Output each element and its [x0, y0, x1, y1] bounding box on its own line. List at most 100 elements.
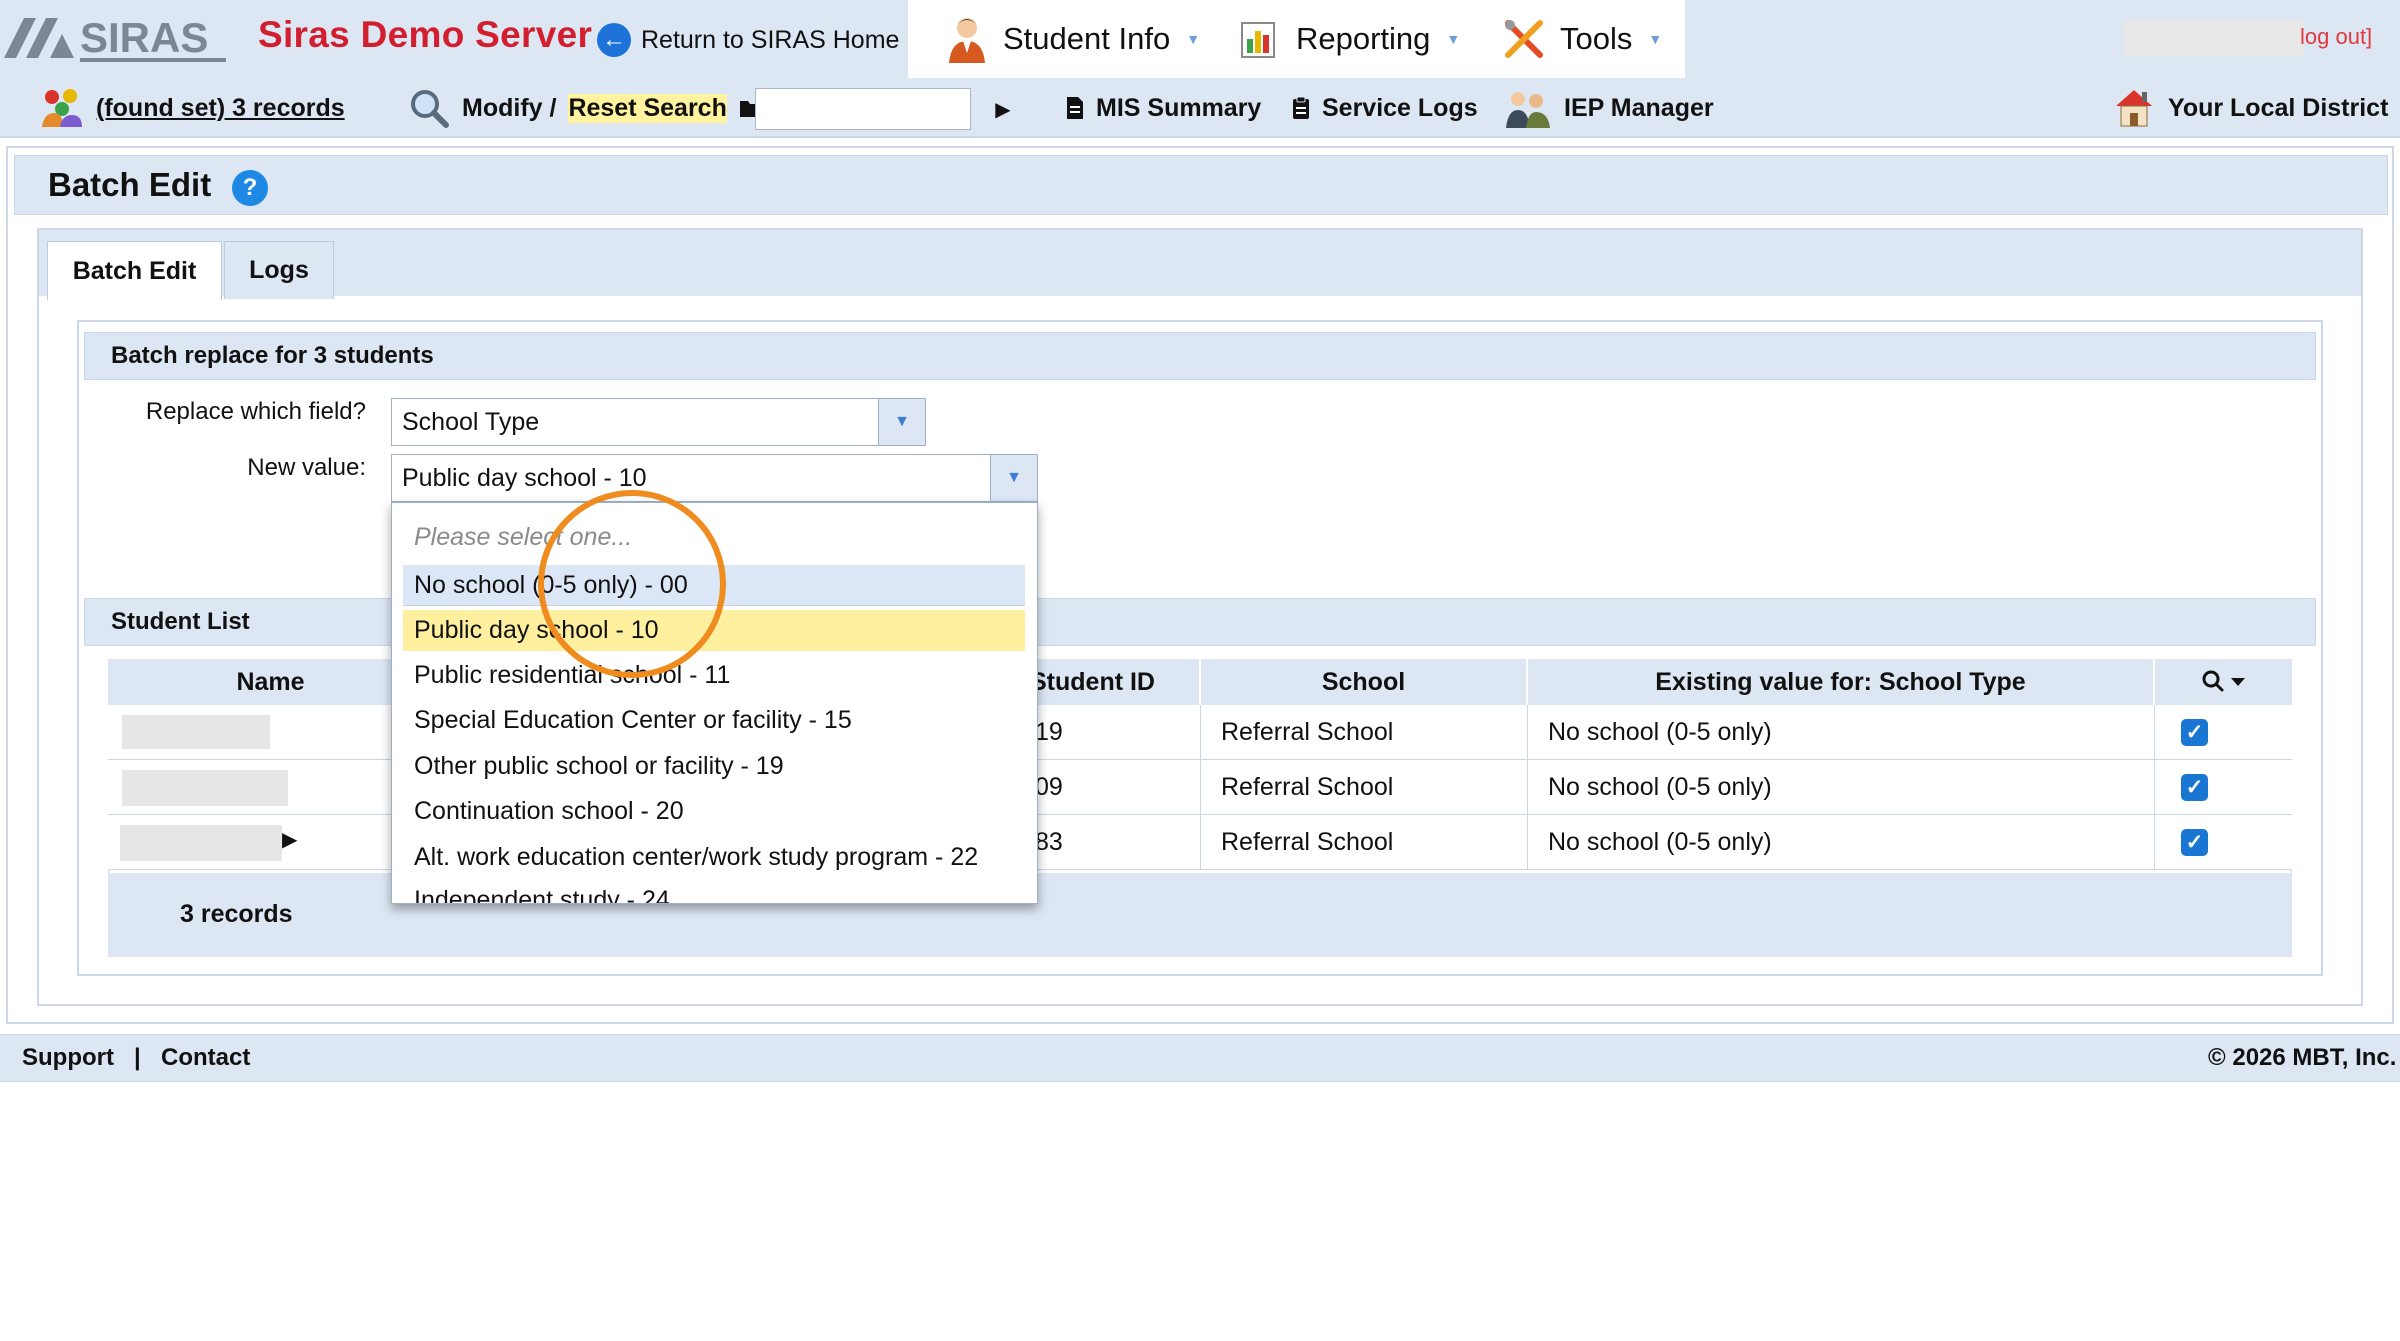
table-row-check-cell: ✓ — [2155, 705, 2292, 760]
page-header — [14, 155, 2388, 215]
copyright: © 2026 MBT, Inc. — [2208, 1044, 2397, 1071]
dropdown-option[interactable]: Independent study - 24 — [403, 880, 1025, 903]
row-checkbox[interactable]: ✓ — [2181, 719, 2208, 746]
support-link[interactable]: Support — [22, 1044, 114, 1072]
dropdown-option[interactable]: Special Education Center or facility - 1… — [403, 700, 1025, 741]
new-value-value: Public day school - 10 — [402, 463, 647, 492]
return-home-label: Return to SIRAS Home — [641, 25, 900, 54]
search-icon — [411, 90, 449, 128]
table-row-name-cell: ▶ — [108, 815, 435, 870]
menu-reporting-label: Reporting — [1296, 21, 1431, 56]
return-home-link[interactable]: ← Return to SIRAS Home — [597, 20, 899, 60]
table-row-school-cell: Referral School — [1201, 760, 1528, 815]
table-row-school-cell: Referral School — [1201, 815, 1528, 870]
column-header-school[interactable]: School — [1201, 659, 1528, 705]
menu-tools-label: Tools — [1560, 21, 1633, 56]
student-icon — [949, 18, 985, 63]
chevron-down-icon[interactable]: ▼ — [990, 455, 1037, 501]
mis-summary-link[interactable]: MIS Summary — [1066, 78, 1261, 138]
tab-batch-edit[interactable]: Batch Edit — [47, 241, 222, 300]
reset-search-link[interactable]: Reset Search — [568, 93, 727, 123]
row-checkbox[interactable]: ✓ — [2181, 829, 2208, 856]
table-row-name-cell — [108, 760, 435, 815]
district-link[interactable]: Your Local District — [2112, 78, 2388, 138]
menu-student-info[interactable]: Student Info ▼ — [945, 0, 1200, 78]
menu-tools[interactable]: Tools ▼ — [1502, 0, 1662, 78]
table-row-existing-cell: No school (0-5 only) — [1528, 705, 2155, 760]
column-header-name[interactable]: Name — [108, 659, 435, 705]
dropdown-option[interactable]: Alt. work education center/work study pr… — [403, 837, 1025, 878]
table-row-existing-cell: No school (0-5 only) — [1528, 815, 2155, 870]
student-name-redacted — [122, 715, 270, 749]
records-count: 3 records — [180, 900, 293, 928]
column-header-student-id-label: Student ID — [1030, 667, 1155, 696]
replace-field-value: School Type — [402, 407, 540, 436]
replace-field-select[interactable]: School Type ▼ — [391, 398, 926, 446]
go-arrow-button[interactable]: ▶ — [978, 88, 1028, 130]
found-set-label[interactable]: (found set) 3 records — [96, 94, 345, 123]
dropdown-option[interactable]: Public residential school - 11 — [403, 655, 1025, 696]
modify-search: Modify / Reset Search — [408, 78, 763, 138]
logout-link[interactable]: log out] — [2300, 24, 2372, 50]
reporting-icon — [1241, 22, 1275, 58]
search-filter-icon — [2202, 670, 2245, 692]
column-header-existing-value[interactable]: Existing value for: School Type — [1528, 659, 2155, 705]
modify-link[interactable]: Modify / — [462, 94, 556, 123]
main-menu: Student Info ▼ Reporting ▼ Tools ▼ — [908, 0, 1685, 78]
quick-search-input[interactable] — [755, 88, 971, 130]
document-icon — [1067, 97, 1083, 119]
clipboard-icon — [1293, 96, 1309, 119]
new-value-dropdown-list[interactable]: Please select one... No school (0-5 only… — [391, 502, 1038, 904]
new-value-label: New value: — [247, 454, 366, 481]
dropdown-option[interactable]: Other public school or facility - 19 — [403, 746, 1025, 787]
iep-manager-label: IEP Manager — [1564, 93, 1714, 122]
student-id: 83 — [1035, 827, 1063, 856]
student-name-redacted — [122, 770, 288, 806]
tab-strip — [39, 230, 2361, 296]
help-icon[interactable]: ? — [232, 170, 268, 206]
service-logs-link[interactable]: Service Logs — [1292, 78, 1478, 138]
mis-summary-label: MIS Summary — [1096, 93, 1262, 122]
table-row-name-cell — [108, 705, 435, 760]
new-value-select[interactable]: Public day school - 10 ▼ — [391, 454, 1038, 502]
dropdown-option-selected[interactable]: Public day school - 10 — [403, 610, 1025, 651]
contact-link[interactable]: Contact — [161, 1044, 250, 1072]
chevron-down-icon: ▼ — [1446, 31, 1461, 47]
table-row-check-cell: ✓ — [2155, 760, 2292, 815]
school-house-icon — [2116, 90, 2152, 127]
dropdown-option[interactable]: Continuation school - 20 — [403, 791, 1025, 832]
iep-manager-link[interactable]: IEP Manager — [1504, 78, 1714, 138]
dropdown-option[interactable]: No school (0-5 only) - 00 — [403, 565, 1025, 606]
student-id: 19 — [1035, 717, 1063, 746]
batch-section-title: Batch replace for 3 students — [84, 332, 2316, 380]
chevron-down-icon[interactable]: ▼ — [878, 399, 925, 445]
user-name-redacted — [2124, 20, 2304, 56]
row-checkbox[interactable]: ✓ — [2181, 774, 2208, 801]
footer-separator: | — [134, 1044, 141, 1071]
caret-right-icon[interactable]: ▶ — [282, 827, 297, 852]
service-logs-label: Service Logs — [1322, 93, 1478, 122]
replace-field-label: Replace which field? — [145, 398, 366, 425]
menu-student-info-label: Student Info — [1003, 21, 1171, 56]
table-row-existing-cell: No school (0-5 only) — [1528, 760, 2155, 815]
table-row-school-cell: Referral School — [1201, 705, 1528, 760]
back-arrow-icon: ← — [597, 23, 631, 57]
group-icon — [42, 89, 82, 127]
chevron-down-icon: ▼ — [1648, 31, 1663, 47]
student-name-redacted — [120, 825, 282, 861]
student-id: 09 — [1035, 772, 1063, 801]
tab-logs[interactable]: Logs — [224, 241, 334, 299]
page-footer — [0, 1034, 2400, 1082]
found-set-link[interactable]: (found set) 3 records — [40, 78, 345, 138]
people-icon — [1506, 92, 1550, 128]
district-label: Your Local District — [2168, 93, 2389, 122]
table-row-check-cell: ✓ — [2155, 815, 2292, 870]
menu-reporting[interactable]: Reporting ▼ — [1238, 0, 1460, 78]
siras-logo[interactable]: SIRAS — [2, 10, 228, 66]
chevron-down-icon: ▼ — [1186, 31, 1201, 47]
dropdown-placeholder[interactable]: Please select one... — [403, 517, 1025, 558]
server-title: Siras Demo Server — [258, 14, 593, 55]
column-filter-menu[interactable] — [2155, 659, 2292, 705]
logo-text: SIRAS — [80, 14, 208, 61]
page-title: Batch Edit — [48, 166, 212, 203]
